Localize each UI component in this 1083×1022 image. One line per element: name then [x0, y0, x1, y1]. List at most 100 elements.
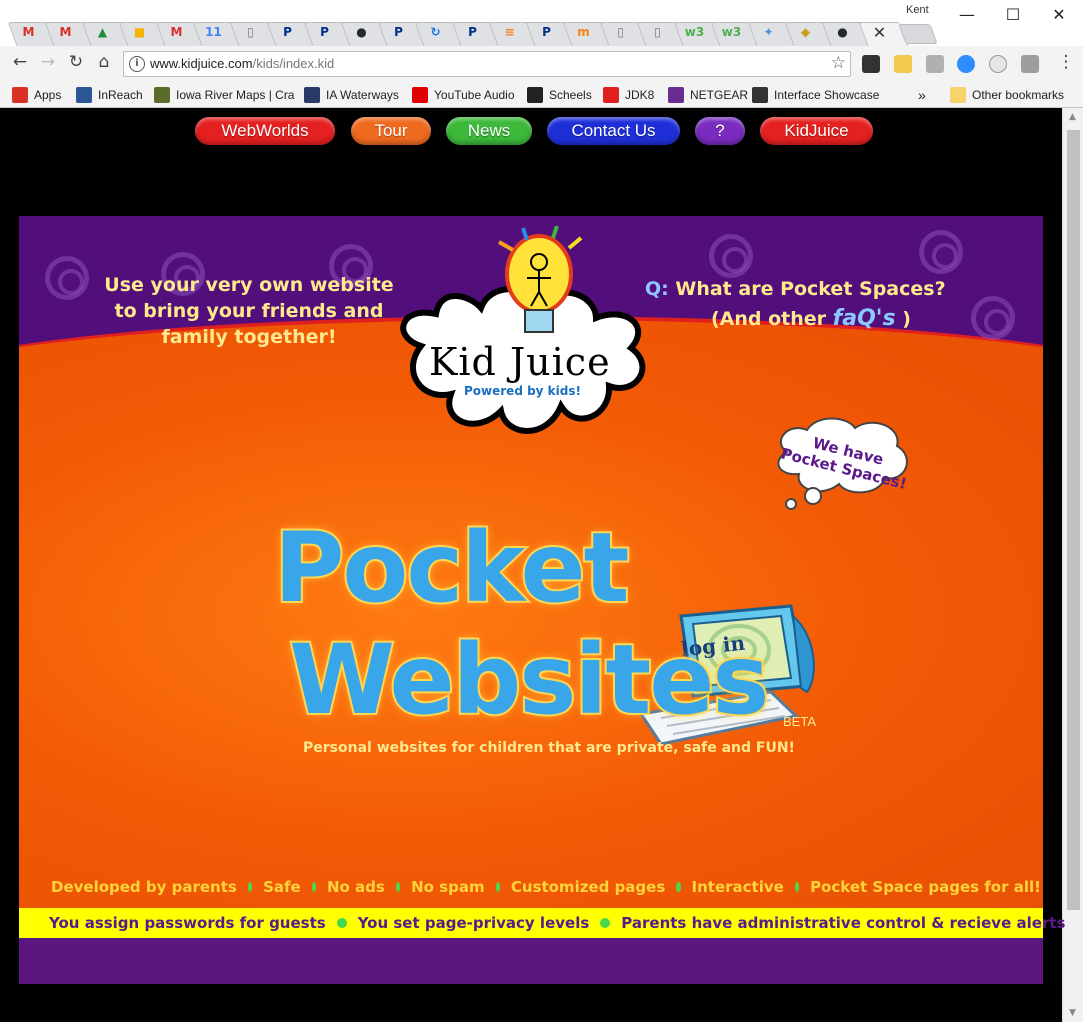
- extension-camera-icon[interactable]: [862, 55, 880, 73]
- puzzle-icon: ✦: [763, 25, 774, 39]
- bookmark-inreach[interactable]: InReach: [76, 87, 143, 103]
- minimize-button[interactable]: —: [952, 4, 982, 26]
- swirl-decoration-icon: [45, 256, 89, 300]
- profile-name[interactable]: Kent: [906, 4, 929, 16]
- browser-tab-active[interactable]: ✕: [861, 18, 898, 46]
- green-bullet-icon: [600, 918, 611, 928]
- url-text[interactable]: www.kidjuice.com/kids/index.kid: [150, 56, 334, 71]
- feature-item: Safe: [263, 878, 301, 896]
- bookmark-scheels[interactable]: Scheels: [527, 87, 592, 103]
- logo-title: Kid Juice: [429, 340, 611, 384]
- scrollbar-thumb[interactable]: [1067, 130, 1080, 910]
- browser-tab[interactable]: P: [306, 18, 343, 46]
- other-bookmarks[interactable]: Other bookmarks: [950, 87, 1064, 103]
- browser-tab[interactable]: ▯: [602, 18, 639, 46]
- moodle-icon: m: [577, 25, 590, 39]
- other-bookmarks-label: Other bookmarks: [972, 88, 1065, 102]
- browser-tab[interactable]: w3: [713, 18, 750, 46]
- paypal-icon: P: [320, 25, 329, 39]
- menu-icon[interactable]: ⋮: [1054, 52, 1078, 76]
- nav-news-button[interactable]: News: [446, 117, 532, 145]
- browser-tab[interactable]: ▯: [639, 18, 676, 46]
- extension-gear-icon[interactable]: [1021, 55, 1039, 73]
- browser-tab[interactable]: ↻: [417, 18, 454, 46]
- browser-tab[interactable]: ●: [824, 18, 861, 46]
- bookmark-star-icon[interactable]: ☆: [831, 53, 846, 73]
- extension-notes-icon[interactable]: [894, 55, 912, 73]
- home-icon[interactable]: ⌂: [92, 52, 116, 76]
- faq-link[interactable]: Q: What are Pocket Spaces? (And other fa…: [645, 274, 965, 334]
- new-tab-button[interactable]: [902, 24, 934, 44]
- tab-strip: M M ▲ ■ M 11 ▯ P P ● P ↻ P ≡ Pm ▯ ▯ w3 w3 ✦ ◆ ● ✕: [10, 18, 934, 46]
- oracle-icon: [603, 87, 619, 103]
- browser-tab[interactable]: P: [269, 18, 306, 46]
- swirl-decoration-icon: [709, 234, 753, 278]
- vertical-scrollbar[interactable]: ▲ ▼: [1062, 108, 1083, 1022]
- bookmarks-overflow-icon[interactable]: »: [918, 87, 926, 103]
- stackoverflow-icon: ≡: [504, 25, 515, 39]
- browser-tab[interactable]: P: [528, 18, 565, 46]
- nav-help-button[interactable]: ?: [695, 117, 745, 145]
- browser-tab[interactable]: ■: [121, 18, 158, 46]
- bookmark-youtube-audio[interactable]: YouTube Audio: [412, 87, 515, 103]
- bookmark-label: Scheels: [549, 88, 592, 102]
- browser-tab[interactable]: ▯: [232, 18, 269, 46]
- extension-code-icon[interactable]: [989, 55, 1007, 73]
- green-bullet-icon: [395, 882, 401, 892]
- browser-tab[interactable]: ✦: [750, 18, 787, 46]
- sync-icon: ↻: [430, 25, 441, 39]
- close-window-button[interactable]: ✕: [1044, 4, 1074, 26]
- google-slides-icon: ■: [133, 25, 146, 39]
- tagline-line: family together!: [161, 326, 337, 348]
- bookmark-iowa-river-maps-cra[interactable]: Iowa River Maps | Cra: [154, 87, 294, 103]
- nav-contact-us-button[interactable]: Contact Us: [547, 117, 680, 145]
- document-icon: ▯: [617, 25, 624, 39]
- nav-webworlds-button[interactable]: WebWorlds: [195, 117, 335, 145]
- parent-feature-item: You assign passwords for guests: [49, 914, 326, 932]
- forward-icon[interactable]: →: [36, 52, 60, 76]
- close-tab-icon[interactable]: ✕: [873, 23, 886, 42]
- netgear-icon: [668, 87, 684, 103]
- gmail-icon: M: [170, 25, 183, 39]
- browser-tab[interactable]: P: [380, 18, 417, 46]
- bookmark-netgear[interactable]: NETGEAR: [668, 87, 748, 103]
- logo-tagline: Powered by kids!: [464, 384, 581, 398]
- address-bar[interactable]: i www.kidjuice.com/kids/index.kid ☆: [123, 51, 851, 77]
- hero-tagline: Use your very own website to bring your …: [89, 272, 409, 350]
- nav-kidjuice-button[interactable]: KidJuice: [760, 117, 873, 145]
- document-icon: ▯: [654, 25, 661, 39]
- github-icon: ●: [837, 25, 848, 39]
- browser-tab[interactable]: M: [47, 18, 84, 46]
- browser-tab[interactable]: m: [565, 18, 602, 46]
- paypal-icon: P: [283, 25, 292, 39]
- back-icon[interactable]: ←: [8, 52, 32, 76]
- scroll-up-icon[interactable]: ▲: [1069, 112, 1076, 122]
- bookmark-label: Interface Showcase: [774, 88, 880, 102]
- nav-tour-button[interactable]: Tour: [351, 117, 431, 145]
- browser-tab[interactable]: P: [454, 18, 491, 46]
- title-websites: Websites: [287, 622, 771, 738]
- site-info-icon[interactable]: i: [129, 56, 145, 72]
- feature-item: Customized pages: [510, 878, 666, 896]
- browser-tab[interactable]: ≡: [491, 18, 528, 46]
- reload-icon[interactable]: ↻: [64, 52, 88, 76]
- extension-zoom-icon[interactable]: [957, 55, 975, 73]
- browser-tab[interactable]: M: [158, 18, 195, 46]
- browser-tab[interactable]: w3: [676, 18, 713, 46]
- scroll-down-icon[interactable]: ▼: [1069, 1008, 1076, 1018]
- green-bullet-icon: [495, 882, 500, 892]
- swirl-decoration-icon: [971, 296, 1015, 340]
- browser-tab[interactable]: ●: [343, 18, 380, 46]
- gmail-icon: M: [22, 25, 35, 39]
- browser-tab[interactable]: ▲: [84, 18, 121, 46]
- bookmark-ia-waterways[interactable]: IA Waterways: [304, 87, 399, 103]
- feature-item: Pocket Space pages for all!: [810, 878, 1041, 896]
- bookmark-jdk8[interactable]: JDK8: [603, 87, 654, 103]
- bookmark-apps[interactable]: Apps: [12, 87, 61, 103]
- browser-tab[interactable]: M: [10, 18, 47, 46]
- browser-tab[interactable]: ◆: [787, 18, 824, 46]
- extension-cube-icon[interactable]: [926, 55, 944, 73]
- browser-tab[interactable]: 11: [195, 18, 232, 46]
- bookmark-interface-showcase[interactable]: Interface Showcase: [752, 87, 879, 103]
- maximize-button[interactable]: ☐: [998, 4, 1028, 26]
